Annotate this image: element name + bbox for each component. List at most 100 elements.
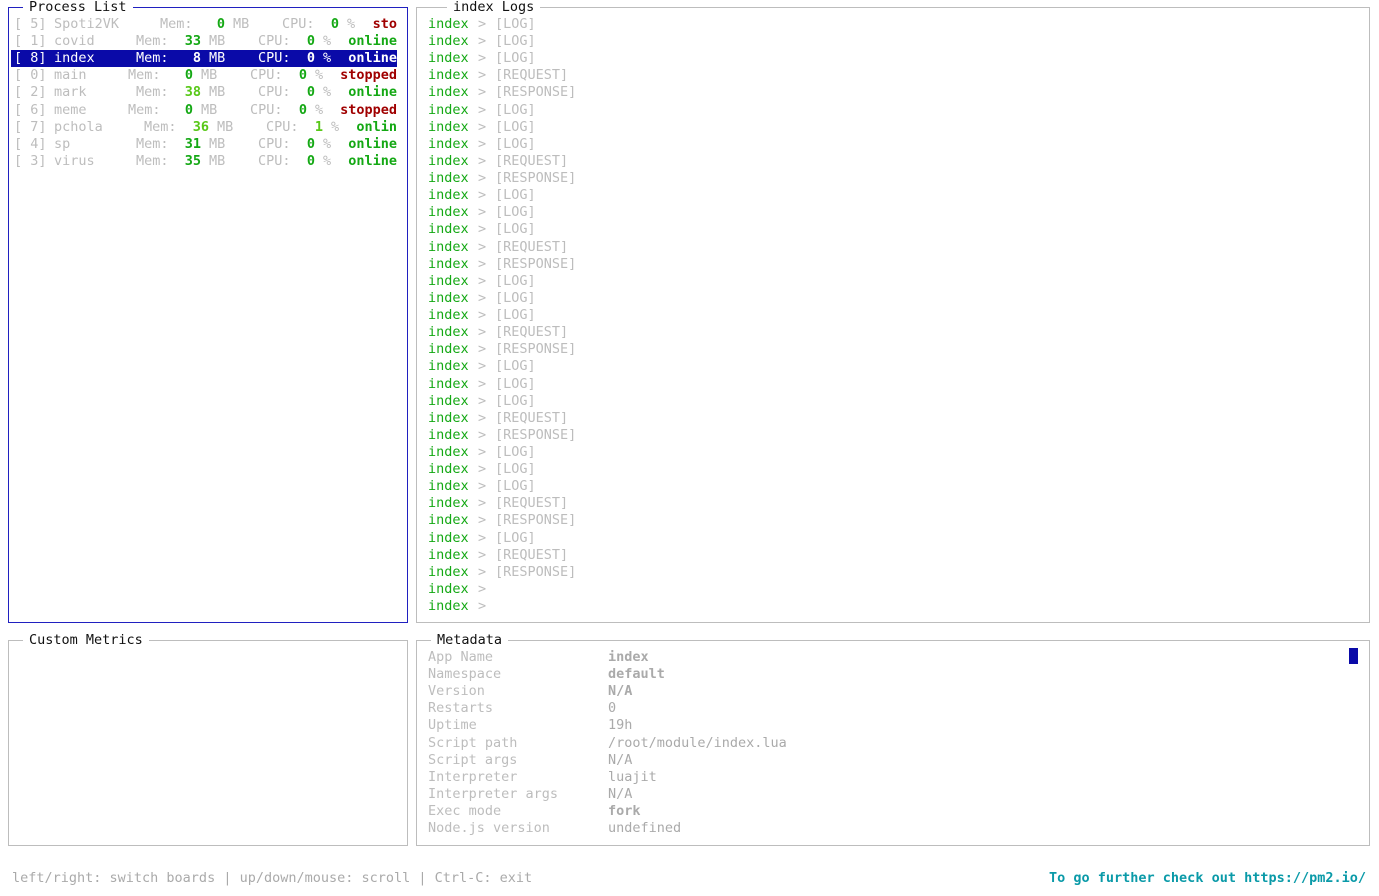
mem-value: 33 — [184, 33, 201, 50]
log-app-name: index — [428, 221, 469, 238]
cpu-label: CPU: — [250, 101, 283, 118]
process-row[interactable]: [ 2] mark Mem: 38 MB CPU: 0% online — [11, 84, 397, 101]
mem-label: Mem: — [136, 135, 169, 152]
log-app-name: index — [428, 67, 469, 84]
metadata-key: Interpreter — [428, 768, 518, 785]
log-app-name: index — [428, 16, 469, 32]
cpu-value: 0 — [306, 152, 315, 169]
process-status: stopped — [340, 67, 397, 84]
mem-unit: MB — [201, 101, 218, 118]
cpu-value: 0 — [298, 67, 307, 84]
mem-unit: MB — [209, 33, 226, 50]
process-row[interactable]: [ 8] index Mem: 8 MB CPU: 0% online — [11, 50, 397, 68]
log-separator: > — [478, 272, 487, 289]
log-separator: > — [478, 392, 487, 409]
metadata-key: Exec mode — [428, 802, 502, 819]
log-separator: > — [478, 84, 487, 101]
process-id: [ 3] — [14, 152, 47, 169]
metadata-value: /root/module/index.lua — [608, 734, 787, 751]
log-app-name: index — [428, 444, 469, 460]
log-separator: > — [478, 478, 487, 495]
cpu-label: CPU: — [258, 135, 291, 152]
terminal-cursor — [1349, 648, 1358, 664]
log-separator: > — [478, 563, 487, 580]
log-separator: > — [478, 238, 487, 255]
log-tag: [REQUEST] — [495, 238, 569, 255]
cpu-unit: % — [315, 101, 324, 118]
cpu-unit: % — [331, 118, 340, 135]
process-id: [ 1] — [14, 33, 47, 50]
process-status: stopped — [340, 101, 397, 118]
metadata-panel[interactable]: Metadata App Name index Namespace default Ve… — [416, 631, 1370, 846]
process-name: covid — [54, 33, 95, 50]
log-tag: [LOG] — [495, 461, 536, 478]
log-separator: > — [478, 598, 487, 615]
keyboard-help: left/right: switch boards | up/down/mous… — [12, 870, 533, 886]
log-tag: [RESPONSE] — [495, 255, 577, 272]
cpu-value: 0 — [330, 16, 339, 32]
log-separator: > — [478, 324, 487, 341]
log-separator: > — [478, 358, 487, 375]
log-separator: > — [478, 221, 487, 238]
mem-unit: MB — [217, 118, 234, 135]
process-row[interactable]: [ 6] meme Mem: 0 MB CPU: 0% stopped — [11, 102, 397, 119]
process-list-panel[interactable]: Process List [ 5] Spoti2VK Mem: 0 MB CPU: 0% st… — [8, 0, 408, 623]
log-app-name: index — [428, 358, 469, 375]
mem-label: Mem: — [160, 16, 193, 32]
cpu-label: CPU: — [258, 33, 291, 50]
log-separator: > — [478, 580, 487, 597]
mem-unit: MB — [209, 152, 226, 169]
cpu-unit: % — [323, 33, 332, 50]
process-name: virus — [54, 152, 95, 169]
process-row[interactable]: [ 5] Spoti2VK Mem: 0 MB CPU: 0% sto — [11, 16, 397, 33]
log-separator: > — [478, 187, 487, 204]
log-tag: [LOG] — [495, 358, 536, 375]
process-status: online — [348, 84, 397, 101]
process-id: [ 2] — [14, 84, 47, 101]
log-app-name: index — [428, 529, 469, 546]
process-id: [ 8] — [14, 50, 47, 67]
cpu-unit: % — [315, 67, 324, 84]
cpu-value: 0 — [306, 135, 315, 152]
log-tag: [REQUEST] — [495, 409, 569, 426]
log-app-name: index — [428, 512, 469, 529]
metadata-key: Script path — [428, 734, 518, 751]
process-row[interactable]: [ 3] virus Mem: 35 MB CPU: 0% online — [11, 153, 397, 170]
metadata-value: N/A — [608, 683, 633, 700]
log-app-name: index — [428, 307, 469, 324]
log-app-name: index — [428, 118, 469, 135]
log-tag: [RESPONSE] — [495, 84, 577, 101]
process-row[interactable]: [ 7] pchola Mem: 36 MB CPU: 1% onlin — [11, 119, 397, 136]
log-tag: [REQUEST] — [495, 324, 569, 341]
logs-panel[interactable]: index Logs index > [LOG] index > [LOG] index > [… — [416, 0, 1370, 623]
process-row[interactable]: [ 1] covid Mem: 33 MB CPU: 0% online — [11, 33, 397, 50]
metadata-value: 0 — [608, 700, 617, 717]
log-separator: > — [478, 289, 487, 306]
mem-value: 8 — [192, 50, 201, 67]
log-tag: [LOG] — [495, 16, 536, 32]
cpu-value: 0 — [306, 33, 315, 50]
log-tag: [LOG] — [495, 204, 536, 221]
process-row[interactable]: [ 0] main Mem: 0 MB CPU: 0% stopped — [11, 67, 397, 84]
custom-metrics-panel[interactable]: Custom Metrics — [8, 631, 408, 846]
log-app-name: index — [428, 426, 469, 443]
mem-value: 0 — [184, 67, 193, 84]
process-id: [ 6] — [14, 101, 47, 118]
log-tag: [RESPONSE] — [495, 512, 577, 529]
cpu-label: CPU: — [250, 67, 283, 84]
process-row[interactable]: [ 4] sp Mem: 31 MB CPU: 0% online — [11, 136, 397, 153]
log-separator: > — [478, 118, 487, 135]
log-tag: [LOG] — [495, 221, 536, 238]
cpu-unit: % — [323, 152, 332, 169]
pm2-link[interactable]: To go further check out https://pm2.io/ — [1049, 870, 1366, 886]
metadata-key: Interpreter args — [428, 785, 559, 802]
process-name: Spoti2VK — [54, 16, 120, 32]
process-status: online — [348, 152, 397, 169]
log-tag: [LOG] — [495, 135, 536, 152]
metadata-value: fork — [608, 802, 641, 819]
log-app-name: index — [428, 33, 469, 50]
process-name: meme — [54, 101, 87, 118]
process-id: [ 0] — [14, 67, 47, 84]
log-app-name: index — [428, 272, 469, 289]
mem-unit: MB — [209, 84, 226, 101]
